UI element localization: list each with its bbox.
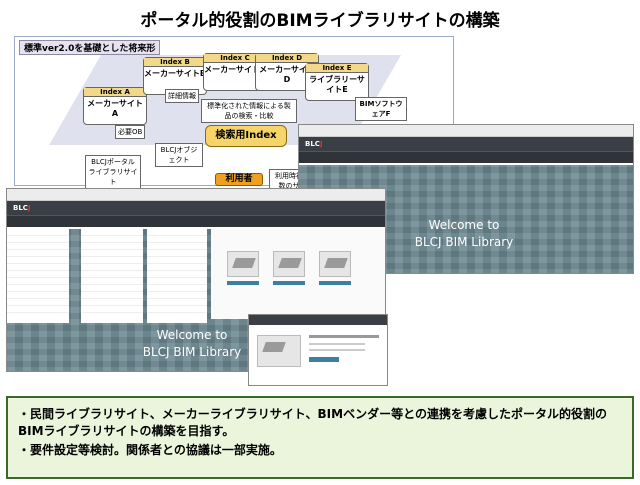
navbar: BLCJ	[7, 201, 385, 215]
welcome-line2: BLCJ BIM Library	[414, 235, 514, 249]
logo-main: BLC	[13, 204, 28, 212]
logo[interactable]: BLCJ	[13, 204, 31, 212]
product-button[interactable]	[273, 281, 305, 285]
filter-list[interactable]	[147, 229, 207, 323]
site-a-name: メーカーサイトA	[87, 99, 143, 118]
product-button[interactable]	[227, 281, 259, 285]
logo-main: BLC	[305, 140, 320, 148]
site-a: Index A メーカーサイトA	[83, 87, 147, 125]
site-a-index: Index A	[84, 88, 146, 97]
product-thumbnail[interactable]	[227, 251, 259, 277]
standard-label: 標準化された情報による製品の検索・比較	[201, 99, 297, 123]
note-1: ・民間ライブラリサイト、メーカーライブラリサイト、BIMベンダー等との連携を考慮…	[18, 407, 607, 438]
diagram-tag: 標準ver2.0を基礎とした将来形	[19, 40, 161, 55]
object-label: BLCJオブジェクト	[155, 143, 203, 167]
site-e-index: Index E	[306, 64, 368, 73]
product-button[interactable]	[319, 281, 351, 285]
navbar	[249, 315, 387, 325]
welcome-line1: Welcome to	[428, 218, 500, 232]
logo[interactable]: BLCJ	[305, 140, 323, 148]
bim-software: BIMソフトウェアF	[355, 97, 407, 121]
site-b-index: Index B	[144, 58, 206, 67]
product-thumbnail[interactable]	[273, 251, 305, 277]
category-tree[interactable]	[7, 229, 69, 323]
site-b-name: メーカーサイトB	[144, 69, 206, 78]
product-name	[309, 335, 379, 338]
download-button[interactable]	[309, 357, 339, 362]
welcome-text: Welcome to BLCJ BIM Library	[389, 217, 539, 251]
note-2: ・要件設定等検討。関係者との協議は一部実施。	[18, 443, 282, 457]
logo-accent: J	[27, 204, 31, 212]
navbar: BLCJ	[299, 137, 633, 151]
product-image	[257, 335, 301, 367]
browser-chrome	[7, 189, 385, 201]
logo-accent: J	[319, 140, 323, 148]
detail-label: 詳細情報	[165, 89, 199, 103]
user-label: 利用者	[215, 173, 263, 186]
notes-box: ・民間ライブラリサイト、メーカーライブラリサイト、BIMベンダー等との連携を考慮…	[6, 396, 634, 479]
page-title: ポータル的役割のBIMライブラリサイトの構築	[140, 11, 500, 31]
product-spec	[309, 343, 365, 345]
search-index: 検索用Index	[205, 125, 287, 147]
site-d-index: Index D	[256, 54, 318, 63]
site-e: Index E ライブラリーサイトE	[305, 63, 369, 101]
search-bar[interactable]	[7, 215, 385, 227]
product-spec	[309, 349, 365, 351]
required-label: 必要OB	[115, 125, 146, 139]
portal-label: BLCJポータルライブラリサイト	[85, 155, 141, 189]
site-e-name: ライブラリーサイトE	[309, 75, 365, 94]
category-list[interactable]	[81, 229, 143, 323]
browser-chrome	[299, 125, 633, 137]
product-detail-window	[248, 314, 388, 386]
search-bar[interactable]	[299, 151, 633, 163]
product-thumbnail[interactable]	[319, 251, 351, 277]
